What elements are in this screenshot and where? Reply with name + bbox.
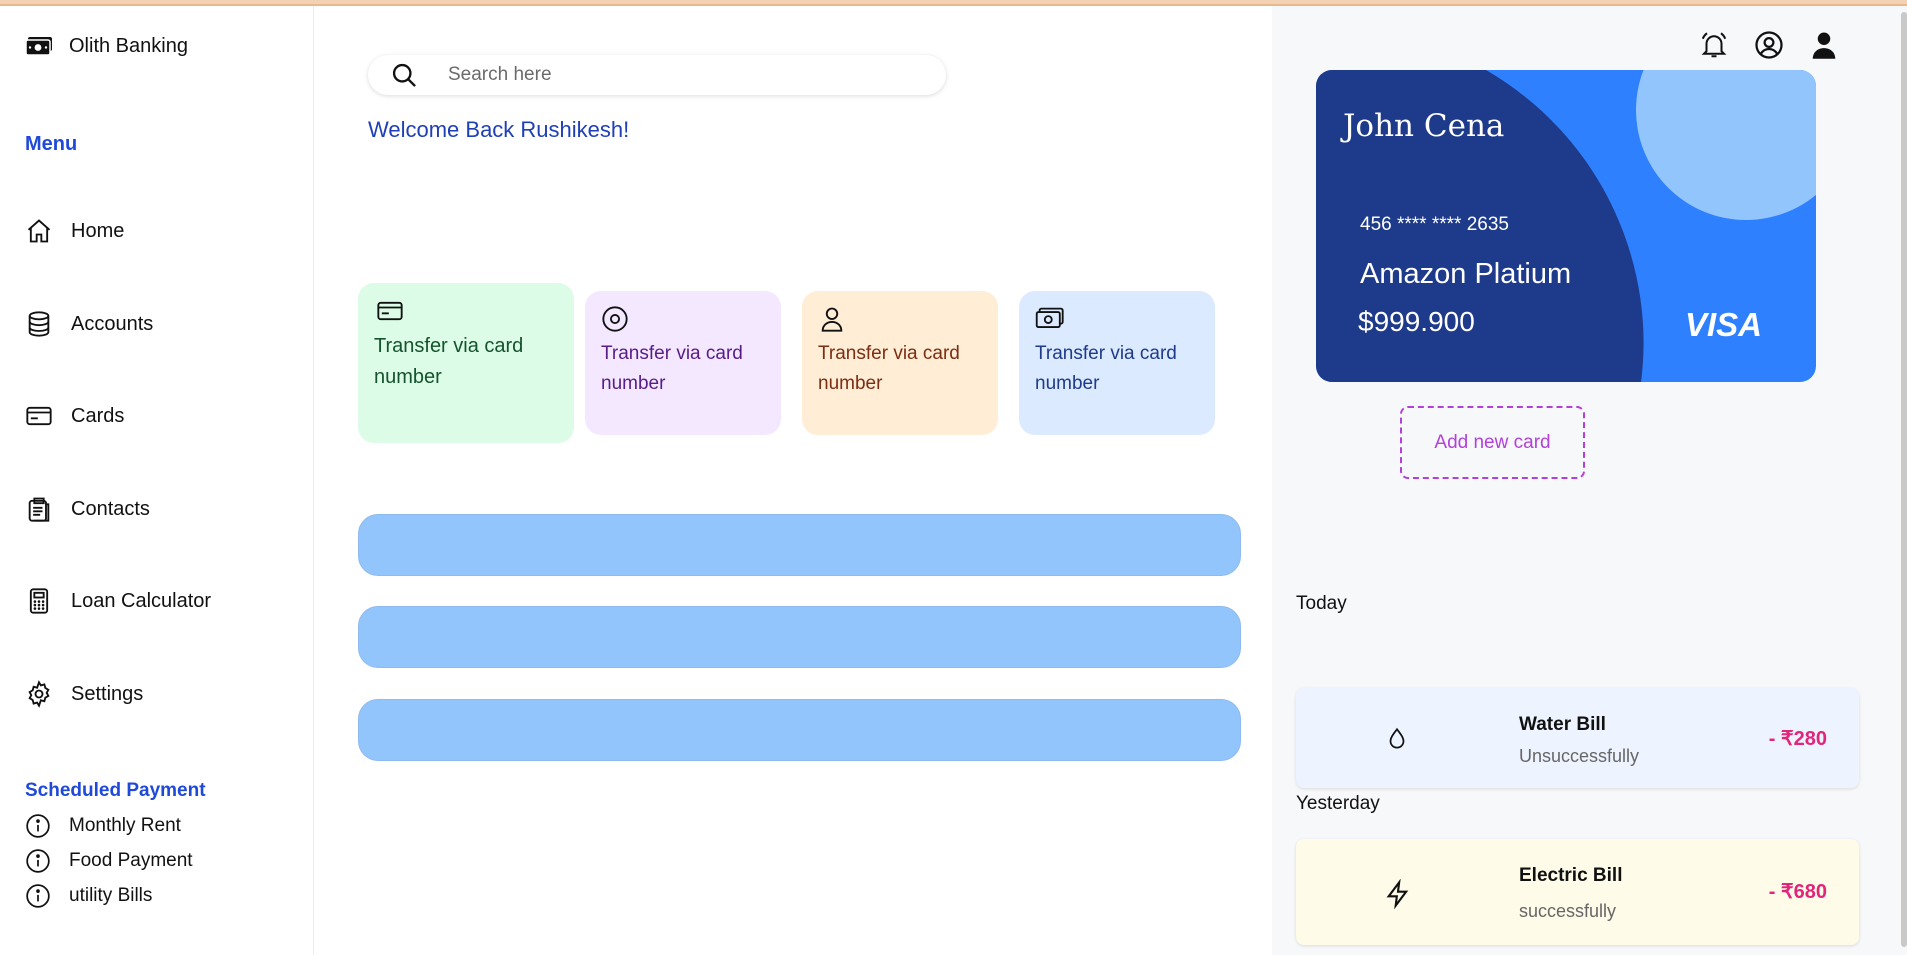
search-icon[interactable]	[390, 61, 418, 89]
transaction-amount: - ₹280	[1768, 728, 1827, 750]
scheduled-payment-title: Scheduled Payment	[25, 780, 206, 801]
brand[interactable]: Olith Banking	[25, 35, 188, 58]
placeholder-bar	[358, 699, 1241, 761]
card-name: Amazon Platium	[1360, 258, 1572, 290]
right-panel: John Cena 456 **** **** 2635 Amazon Plat…	[1272, 6, 1907, 955]
calculator-icon	[25, 587, 53, 615]
info-icon	[25, 848, 51, 874]
placeholder-bar	[358, 514, 1241, 576]
scheduled-item-monthly-rent[interactable]: Monthly Rent	[25, 813, 181, 839]
sidebar-item-accounts[interactable]: Accounts	[25, 310, 153, 338]
sidebar-item-home[interactable]: Home	[25, 217, 124, 245]
scheduled-item-label: Food Payment	[69, 850, 193, 871]
card-number: 456 **** **** 2635	[1360, 214, 1509, 235]
droplet-icon	[1384, 724, 1410, 754]
user-icon[interactable]	[1809, 30, 1839, 60]
card-balance: $999.900	[1358, 306, 1475, 337]
gear-icon	[25, 680, 53, 708]
transaction-electric-bill[interactable]: Electric Bill successfully - ₹680	[1296, 839, 1859, 945]
transfer-card-1[interactable]: Transfer via card number	[358, 283, 574, 443]
clipboard-icon	[25, 495, 53, 523]
transfer-card-2[interactable]: Transfer via card number	[585, 291, 781, 435]
user-icon	[818, 305, 982, 333]
transaction-status: successfully	[1519, 901, 1617, 921]
transfer-card-label: Transfer via card number	[601, 343, 743, 394]
main-content: Welcome Back Rushikesh! Transfer via car…	[314, 6, 1272, 955]
add-new-card-button[interactable]: Add new card	[1400, 406, 1585, 479]
home-icon	[25, 217, 53, 245]
sidebar-item-settings[interactable]: Settings	[25, 680, 143, 708]
circle-stop-icon	[601, 305, 765, 333]
sidebar-item-label: Cards	[71, 404, 125, 427]
lightning-icon	[1384, 879, 1412, 909]
transfer-card-3[interactable]: Transfer via card number	[802, 291, 998, 435]
top-icons	[1699, 30, 1839, 60]
sidebar-item-cards[interactable]: Cards	[25, 402, 124, 430]
today-label: Today	[1296, 593, 1347, 614]
credit-card-icon	[25, 402, 53, 430]
placeholder-bar	[358, 606, 1241, 668]
transaction-amount: - ₹680	[1768, 881, 1827, 903]
bell-icon[interactable]	[1699, 30, 1729, 60]
credit-card-icon	[374, 297, 558, 325]
transfer-card-4[interactable]: Transfer via card number	[1019, 291, 1215, 435]
database-icon	[25, 310, 53, 338]
transaction-water-bill[interactable]: Water Bill Unsuccessfully - ₹280	[1296, 688, 1859, 788]
scheduled-item-food-payment[interactable]: Food Payment	[25, 848, 193, 874]
scheduled-item-label: utility Bills	[69, 885, 153, 906]
scheduled-item-label: Monthly Rent	[69, 815, 181, 836]
transaction-title: Electric Bill	[1519, 865, 1623, 886]
sidebar-item-label: Settings	[71, 682, 144, 705]
user-circle-icon[interactable]	[1754, 30, 1784, 60]
sidebar-item-contacts[interactable]: Contacts	[25, 495, 150, 523]
card-holder-name: John Cena	[1343, 108, 1505, 144]
scrollbar[interactable]	[1901, 12, 1907, 947]
menu-title: Menu	[25, 133, 78, 155]
cash-icon	[25, 36, 53, 58]
credit-card[interactable]: John Cena 456 **** **** 2635 Amazon Plat…	[1316, 70, 1816, 382]
transaction-title: Water Bill	[1519, 714, 1606, 735]
sidebar-item-loan-calculator[interactable]: Loan Calculator	[25, 587, 211, 615]
search-bar[interactable]	[368, 55, 946, 95]
yesterday-label: Yesterday	[1296, 793, 1380, 814]
sidebar-item-label: Home	[71, 219, 125, 242]
transfer-card-label: Transfer via card number	[818, 343, 960, 394]
cash-icon	[1035, 305, 1199, 333]
info-icon	[25, 813, 51, 839]
visa-logo: VISA	[1684, 306, 1762, 343]
search-input[interactable]	[448, 64, 908, 86]
info-icon	[25, 883, 51, 909]
sidebar-item-label: Loan Calculator	[71, 589, 212, 612]
sidebar-item-label: Contacts	[71, 497, 150, 520]
transaction-status: Unsuccessfully	[1519, 746, 1640, 766]
transfer-card-label: Transfer via card number	[1035, 343, 1177, 394]
transfer-card-label: Transfer via card number	[374, 335, 524, 388]
welcome-message: Welcome Back Rushikesh!	[368, 117, 630, 142]
brand-name: Olith Banking	[69, 35, 188, 57]
sidebar-item-label: Accounts	[71, 312, 154, 335]
scheduled-item-utility-bills[interactable]: utility Bills	[25, 883, 152, 909]
sidebar: Olith Banking Menu Home Accounts Cards C…	[0, 6, 314, 955]
